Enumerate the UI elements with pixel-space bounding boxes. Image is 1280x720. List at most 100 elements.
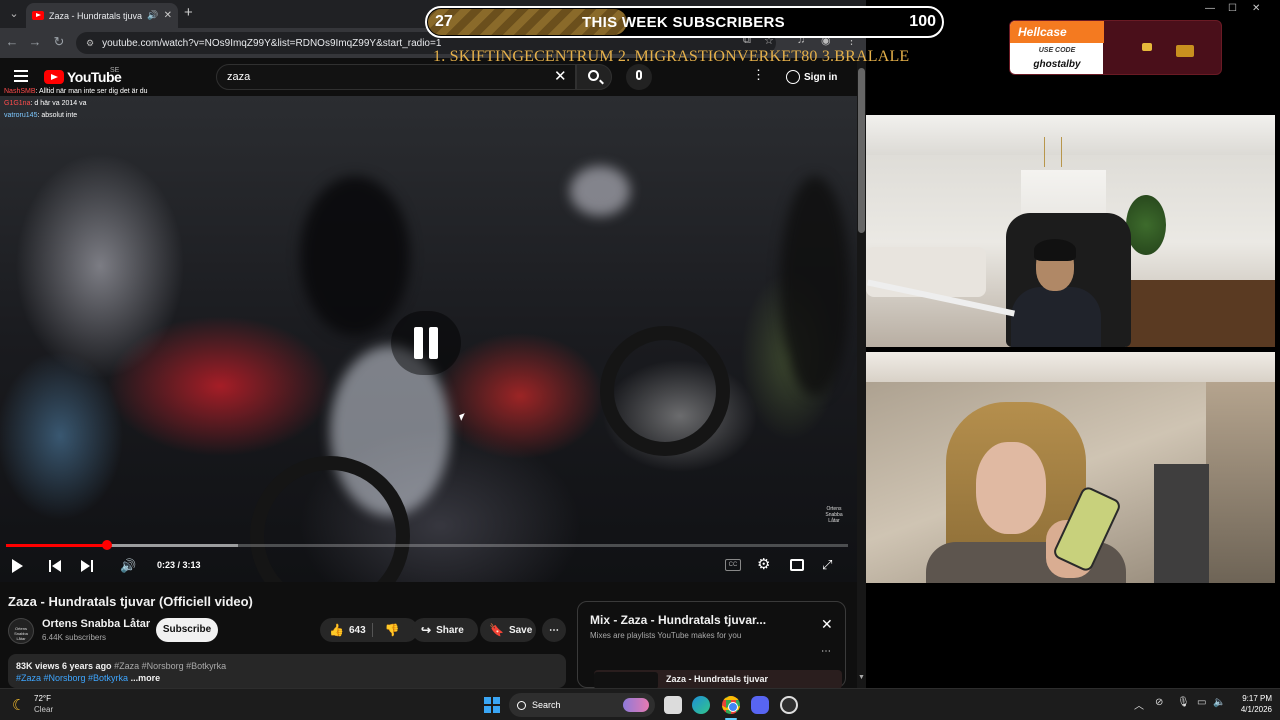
sign-in-button[interactable]: Sign in [782, 66, 844, 88]
search-input[interactable]: zaza [216, 64, 576, 90]
microphone-tray-icon[interactable]: 🎙 [1177, 697, 1190, 708]
sponsor-code: ghostalby [1033, 59, 1081, 70]
clear-search-icon[interactable]: ✕ [554, 67, 567, 85]
video-progress-bar[interactable] [6, 540, 848, 550]
playlist-item[interactable]: Zaza - Hundratals tjuvar [594, 670, 842, 689]
progress-played [6, 544, 108, 547]
close-icon[interactable]: ✕ [821, 616, 833, 633]
video-scene-shape [570, 166, 630, 216]
obs-close-icon[interactable]: ✕ [1252, 3, 1260, 14]
scrollbar-thumb[interactable] [858, 68, 865, 233]
obs-icon[interactable] [780, 696, 798, 714]
video-player[interactable]: Ortens Snabba Låtar [0, 96, 857, 582]
search-icon [517, 700, 526, 710]
chrome-icon[interactable] [722, 696, 740, 714]
more-link[interactable]: ...more [131, 673, 161, 683]
back-icon[interactable]: ← [3, 34, 21, 49]
reload-icon[interactable]: ↻ [50, 34, 68, 50]
play-icon[interactable] [12, 559, 23, 573]
search-button[interactable] [576, 64, 612, 90]
pause-overlay-icon[interactable] [391, 311, 461, 375]
description-box[interactable]: 83K views 6 years ago #Zaza #Norsborg #B… [8, 654, 566, 688]
taskbar-search[interactable]: Search [509, 693, 655, 717]
guest-webcam [866, 352, 1275, 583]
dislike-icon[interactable]: 👎 [385, 623, 400, 637]
chat-username: G1G1na [4, 100, 31, 107]
video-title: Zaza - Hundratals tjuvar (Officiell vide… [8, 594, 253, 609]
display-icon[interactable]: ▭ [1197, 697, 1206, 708]
video-scene-shape [780, 176, 850, 396]
header-tags[interactable]: #Zaza #Norsborg #Botkyrka [114, 661, 226, 671]
streamer-body [1011, 287, 1101, 347]
obs-minimize-icon[interactable]: — [1205, 3, 1215, 14]
scroll-down-icon[interactable]: ▼ [858, 674, 865, 681]
site-info-icon[interactable]: ⚙ [86, 38, 94, 49]
guest-face [976, 442, 1046, 534]
screen: ⌄ Zaza - Hundratals tjuvar (O 🔊 ✕ + — ☐ … [0, 0, 1280, 720]
taskbar-search-label: Search [532, 700, 561, 710]
windows-start-icon[interactable] [484, 697, 500, 713]
webcam-scene [1206, 382, 1275, 583]
chat-username: NashSMB [4, 88, 36, 95]
tab-search-icon[interactable]: ⌄ [4, 4, 24, 24]
channel-avatar[interactable]: Ortens Snabba Låtar [8, 618, 34, 644]
subscriber-count: 6.44K subscribers [42, 633, 107, 642]
moon-icon[interactable]: ☾ [12, 696, 25, 714]
browser-window: ⌄ Zaza - Hundratals tjuvar (O 🔊 ✕ + — ☐ … [0, 0, 866, 689]
tray-chevron-icon[interactable]: ︿ [1134, 697, 1144, 712]
volume-tray-icon[interactable]: 🔈 [1213, 697, 1225, 708]
mix-more-icon[interactable]: ⋯ [821, 646, 831, 657]
clock-time[interactable]: 9:17 PM [1232, 694, 1272, 703]
webcam-scene [1044, 137, 1062, 167]
like-icon[interactable]: 👍 [329, 623, 344, 637]
discord-icon[interactable] [751, 696, 769, 714]
weather-condition[interactable]: Clear [34, 705, 53, 714]
webcam-scene [1126, 280, 1275, 347]
mix-title[interactable]: Mix - Zaza - Hundratals tjuvar... [590, 613, 766, 627]
sponsor-banner: Hellcase USE CODE ghostalby [1009, 20, 1222, 75]
theater-icon[interactable] [790, 559, 804, 571]
playlist-item-thumbnail [594, 672, 658, 689]
fullscreen-icon[interactable]: ⤢ [822, 557, 832, 573]
progress-scrubber[interactable] [102, 540, 113, 550]
windows-taskbar: ☾ 72°F Clear Search ︿ ⊘ 🎙 ▭ 🔈 9:17 PM 4/… [0, 688, 1280, 720]
more-actions-button[interactable]: ⋯ [542, 618, 566, 642]
forward-icon[interactable]: → [26, 34, 44, 49]
hamburger-icon[interactable] [14, 70, 28, 82]
next-icon[interactable] [81, 560, 93, 572]
prev-icon[interactable] [49, 560, 61, 572]
audio-playing-icon[interactable]: 🔊 [147, 10, 158, 21]
volume-icon[interactable]: 🔊 [120, 559, 136, 575]
network-icon[interactable]: ⊘ [1155, 697, 1163, 708]
edge-icon[interactable] [692, 696, 710, 714]
subscriber-current: 27 [435, 13, 453, 30]
weather-temperature[interactable]: 72°F [34, 694, 51, 703]
voice-search-button[interactable] [626, 64, 652, 90]
browser-tab-active[interactable]: Zaza - Hundratals tjuvar (O 🔊 ✕ [26, 3, 178, 28]
clock-date[interactable]: 4/1/2026 [1226, 705, 1272, 714]
time-display: 0:23 / 3:13 [157, 560, 201, 570]
like-count[interactable]: 643 [349, 625, 366, 636]
description-tags[interactable]: #Zaza #Norsborg #Botkyrka [16, 673, 128, 683]
tab-close-icon[interactable]: ✕ [164, 10, 172, 21]
mic-icon [636, 70, 642, 80]
tab-title: Zaza - Hundratals tjuvar (O [49, 10, 143, 21]
settings-icon[interactable]: ⚙ [757, 557, 770, 573]
new-tab-button[interactable]: + [184, 4, 193, 21]
chat-message: G1G1na: d här va 2014 va [4, 98, 148, 110]
page-scrollbar[interactable] [857, 58, 866, 688]
channel-watermark[interactable]: Ortens Snabba Låtar [822, 506, 846, 528]
views-and-age: 83K views 6 years ago [16, 661, 112, 671]
channel-name[interactable]: Ortens Snabba Låtar [42, 618, 150, 630]
more-icon[interactable]: ⋮ [752, 67, 766, 83]
address-url: youtube.com/watch?v=NOs9ImqZ99Y&list=RDN… [102, 37, 442, 49]
user-icon [786, 70, 800, 84]
file-explorer-icon[interactable] [664, 696, 682, 714]
captions-icon[interactable]: CC [725, 559, 741, 571]
subscribe-button[interactable]: Subscribe [156, 618, 218, 642]
subscriber-goal-bar: 27 THIS WEEK SUBSCRIBERS 100 [425, 6, 944, 38]
save-icon: 🔖 [489, 623, 504, 637]
save-button[interactable]: 🔖 Save [480, 618, 536, 642]
obs-maximize-icon[interactable]: ☐ [1228, 3, 1237, 14]
share-button[interactable]: ↪ Share [412, 618, 478, 642]
